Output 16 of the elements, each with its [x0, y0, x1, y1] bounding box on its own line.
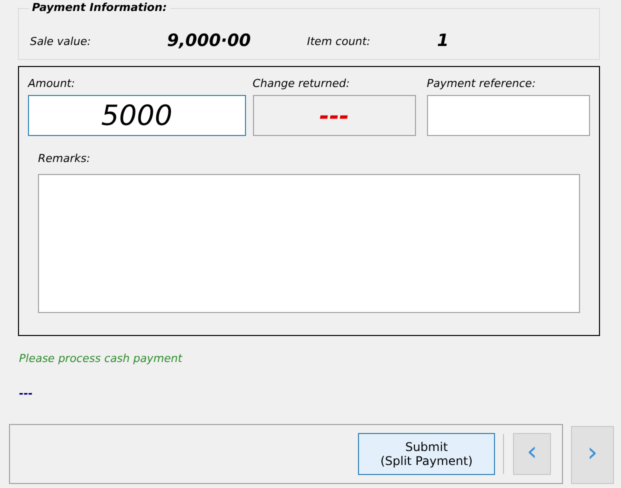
- change-label: Change returned:: [252, 77, 351, 91]
- amount-field[interactable]: 5000: [28, 95, 246, 136]
- remarks-label: Remarks:: [38, 152, 90, 165]
- sale-value: 9,000·00: [167, 30, 252, 53]
- change-field: ---: [252, 95, 416, 136]
- item-count-label: Item count:: [307, 34, 372, 50]
- amount-label: Amount:: [28, 77, 76, 91]
- status-text: ---: [19, 386, 33, 400]
- group-title: Payment Information:: [29, 2, 170, 14]
- status-message: Please process cash payment: [19, 352, 182, 365]
- payment-reference-field[interactable]: [426, 95, 590, 136]
- sale-value-label: Sale value:: [30, 34, 92, 50]
- remarks-field[interactable]: [38, 174, 580, 313]
- submit-button[interactable]: Submit (Split Payment): [358, 433, 495, 475]
- payment-reference-label: Payment reference:: [426, 77, 537, 91]
- item-count: 1: [437, 30, 449, 53]
